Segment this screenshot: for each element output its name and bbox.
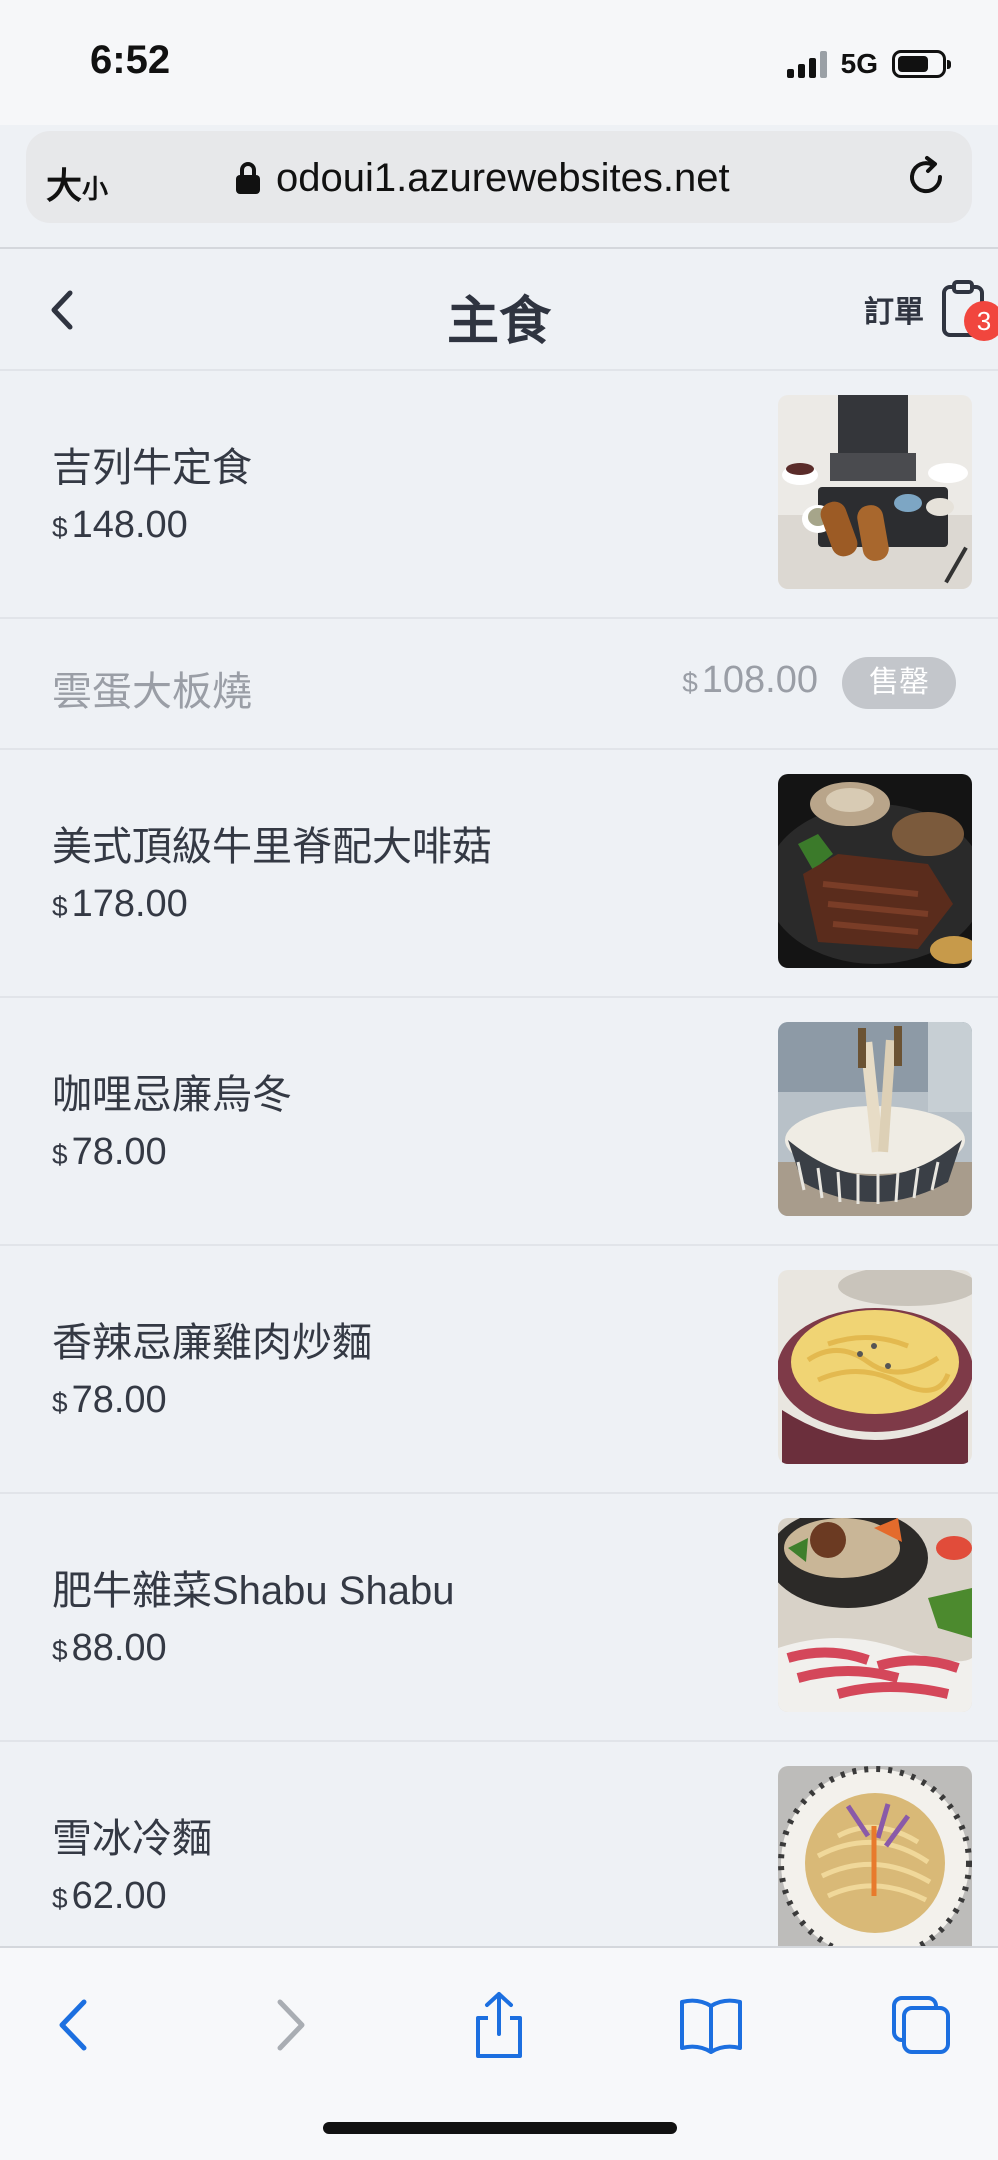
beef-shabu-shabu-photo: [778, 1518, 972, 1712]
item-price: $62.00: [52, 1875, 167, 1917]
steak-mushroom-photo: [778, 774, 972, 968]
item-name: 雲蛋大板燒: [52, 670, 252, 714]
url-text: odoui1.azurewebsites.net: [276, 155, 730, 200]
status-time: 6:52: [90, 38, 171, 82]
item-price: $148.00: [52, 504, 188, 546]
reload-icon[interactable]: [902, 153, 950, 201]
item-price: $108.00: [682, 659, 818, 701]
back-arrow-icon: [59, 1999, 87, 2051]
text-size-button[interactable]: 大小: [46, 157, 108, 209]
menu-item[interactable]: 咖哩忌廉烏冬 $78.00: [0, 998, 998, 1246]
lock-icon: [236, 162, 260, 194]
share-button[interactable]: [464, 1990, 534, 2060]
home-indicator[interactable]: [323, 2122, 677, 2134]
spicy-cream-chicken-noodle-photo: [778, 1270, 972, 1464]
network-type: 5G: [840, 48, 878, 79]
forward-arrow-icon: [277, 1999, 305, 2051]
menu-item[interactable]: 雪冰冷麵 $62.00: [0, 1742, 998, 1948]
menu-item[interactable]: 美式頂級牛里脊配大啡菇 $178.00: [0, 750, 998, 998]
tabs-icon: [892, 1996, 950, 2054]
curry-cream-udon-photo: [778, 1022, 972, 1216]
item-price: $78.00: [52, 1131, 167, 1173]
address-bar[interactable]: 大小 odoui1.azurewebsites.net: [26, 131, 972, 223]
page-header: 主食 訂單 3: [0, 249, 998, 371]
menu-item[interactable]: 吉列牛定食 $148.00: [0, 371, 998, 619]
menu-item-sold-out: 雲蛋大板燒 $108.00 售罄: [0, 619, 998, 750]
url-display[interactable]: odoui1.azurewebsites.net: [236, 153, 730, 203]
battery-icon: [892, 50, 951, 78]
status-indicators: 5G: [786, 46, 951, 82]
bookmarks-button[interactable]: [676, 1990, 746, 2060]
tonkatsu-beef-set-photo: [778, 395, 972, 589]
item-name: 吉列牛定食: [52, 446, 252, 490]
order-label: 訂單: [864, 296, 924, 329]
menu-list: 吉列牛定食 $148.00 雲蛋大板燒 $108.00 售罄 美式頂級牛里脊配大…: [0, 371, 998, 1948]
status-bar: 6:52 5G: [0, 0, 998, 125]
browser-back-button[interactable]: [40, 1990, 110, 2060]
order-button[interactable]: 訂單 3: [864, 279, 998, 341]
cellular-signal-icon: [786, 50, 827, 78]
cold-noodle-photo: [778, 1766, 972, 1948]
tabs-button[interactable]: [886, 1990, 956, 2060]
item-price: $178.00: [52, 883, 188, 925]
menu-item[interactable]: 香辣忌廉雞肉炒麵 $78.00: [0, 1246, 998, 1494]
share-icon: [476, 1992, 522, 2058]
book-icon: [680, 1998, 742, 2054]
item-price: $88.00: [52, 1627, 167, 1669]
menu-item[interactable]: 肥牛雜菜Shabu Shabu $88.00: [0, 1494, 998, 1742]
item-name: 肥牛雜菜Shabu Shabu: [52, 1569, 455, 1613]
item-name: 咖哩忌廉烏冬: [52, 1073, 292, 1117]
item-name: 香辣忌廉雞肉炒麵: [52, 1321, 372, 1365]
order-count-badge: 3: [964, 301, 998, 341]
page-title: 主食: [446, 293, 551, 351]
item-name: 雪冰冷麵: [52, 1817, 212, 1861]
item-name: 美式頂級牛里脊配大啡菇: [52, 825, 492, 869]
item-price: $78.00: [52, 1379, 167, 1421]
sold-out-badge: 售罄: [842, 657, 956, 709]
browser-forward-button[interactable]: [254, 1990, 324, 2060]
